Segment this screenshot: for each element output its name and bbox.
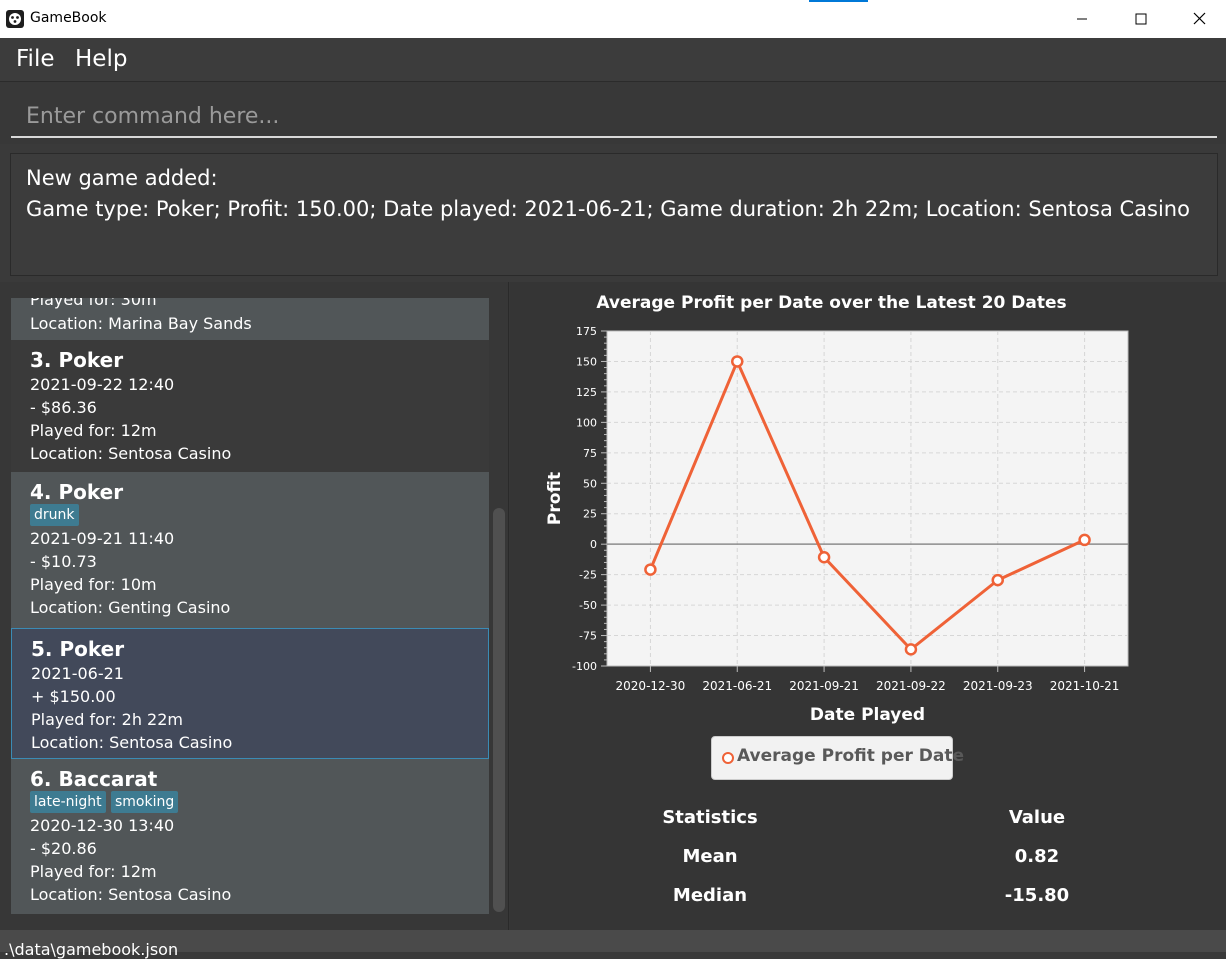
y-tick-label: -75 [579,630,597,643]
x-tick-label: 2021-10-21 [1050,679,1120,693]
game-datetime: 2021-06-21 [31,664,124,683]
data-point [644,563,657,576]
game-profit: + $150.00 [31,687,116,706]
y-tick-label: 125 [576,386,597,399]
game-datetime: 2020-12-30 13:40 [30,816,175,835]
stats-row-name: Mean [682,846,738,867]
y-axis-label: Profit [545,472,565,525]
y-tick-label: 100 [576,416,597,429]
command-box: Enter command here... [0,82,1226,144]
game-duration: Played for: 12m [30,862,157,881]
game-location: Location: Genting Casino [30,598,231,617]
game-duration: Played for: 2h 22m [31,710,183,729]
panel-divider [508,282,509,930]
y-tick-label: 50 [583,477,597,490]
menu-file[interactable]: File [16,46,55,72]
data-point [731,355,744,368]
game-location: Location: Sentosa Casino [30,885,232,904]
title-accent [809,0,868,2]
profit-chart: -100 -75 -50 -25 0 25 50 75 100 125 150 175 2020-12-… [545,325,1129,725]
menu-bar: File Help [0,38,1226,82]
result-line-1: New game added: [26,166,218,190]
legend-marker-icon [722,752,734,764]
y-tick-label: 0 [590,538,597,551]
game-duration: Played for: 30m [30,298,157,309]
plot-area [606,330,1129,667]
result-display: New game added: Game type: Poker; Profit… [10,153,1218,276]
y-tick-label: 150 [576,355,597,368]
y-tick-label: -25 [579,569,597,582]
x-tick-label: 2021-09-21 [789,679,859,693]
y-tick-label: 25 [583,508,597,521]
game-card-selected[interactable]: 5. Poker 2021-06-21 + $150.00 Played for… [11,628,489,759]
stats-header-value: Value [1008,807,1066,828]
game-title: 3. Poker [30,348,124,372]
game-card[interactable]: 4. Poker drunk 2021-09-21 11:40 - $10.73… [11,472,489,628]
maximize-icon [1135,13,1147,25]
chart-panel: Average Profit per Date over the Latest … [510,282,1226,930]
game-title: 6. Baccarat [30,767,158,791]
close-icon [1193,12,1206,25]
data-point [1078,533,1091,547]
command-input[interactable]: Enter command here... [11,98,1217,138]
game-tag: late-night [30,791,106,813]
app-icon [6,10,24,28]
game-tag: smoking [111,791,179,813]
maximize-button[interactable] [1118,0,1164,38]
stats-row-value: 0.82 [1014,846,1060,867]
game-card[interactable]: 6. Baccarat late-night smoking 2020-12-3… [11,759,489,914]
game-datetime: 2021-09-21 11:40 [30,529,175,548]
title-bar: GameBook [0,0,1226,38]
y-tick-label: 75 [583,447,597,460]
status-path: .\data\gamebook.json [4,940,179,959]
legend-label: Average Profit per Date [737,746,965,766]
stats-header-statistics: Statistics [662,807,758,828]
game-duration: Played for: 10m [30,575,157,594]
window-title: GameBook [30,10,107,26]
game-title: 5. Poker [31,637,125,661]
game-location: Location: Marina Bay Sands [30,314,252,333]
data-point [991,573,1004,587]
game-location: Location: Sentosa Casino [31,733,233,752]
game-profit: - $10.73 [30,552,97,571]
x-axis-label: Date Played [810,705,925,725]
game-profit: - $20.86 [30,839,97,858]
stats-row-name: Median [672,885,748,906]
data-point [817,551,831,564]
result-line-2: Game type: Poker; Profit: 150.00; Date p… [26,197,1190,221]
game-list[interactable]: Played for: 30m Location: Marina Bay San… [11,298,489,914]
game-location: Location: Sentosa Casino [30,444,232,463]
x-tick-label: 2021-06-21 [702,679,772,693]
game-profit: - $86.36 [30,398,97,417]
game-list-panel: Played for: 30m Location: Marina Bay San… [0,282,510,930]
close-button[interactable] [1177,0,1223,38]
game-card[interactable]: Played for: 30m Location: Marina Bay San… [11,298,489,340]
game-duration: Played for: 12m [30,421,157,440]
menu-help[interactable]: Help [75,46,127,72]
stats-row-value: -15.80 [1004,885,1070,906]
game-datetime: 2021-09-22 12:40 [30,375,175,394]
game-title: 4. Poker [30,480,124,504]
list-scrollbar[interactable] [493,508,505,912]
game-tag: drunk [30,504,79,526]
minimize-button[interactable] [1059,0,1105,38]
y-tick-label: -100 [572,660,597,673]
command-placeholder: Enter command here... [26,104,280,129]
game-card[interactable]: 3. Poker 2021-09-22 12:40 - $86.36 Playe… [11,340,489,472]
status-bar: .\data\gamebook.json [0,930,1226,959]
data-point [904,643,918,656]
y-tick-label: 175 [576,325,597,338]
main-split: Played for: 30m Location: Marina Bay San… [0,282,1226,930]
x-tick-label: 2021-09-22 [876,679,946,693]
y-tick-label: -50 [579,599,597,612]
minimize-icon [1077,18,1087,20]
x-tick-label: 2021-09-23 [963,679,1033,693]
chart-legend: Average Profit per Date [711,736,964,780]
x-tick-label: 2020-12-30 [616,679,686,693]
